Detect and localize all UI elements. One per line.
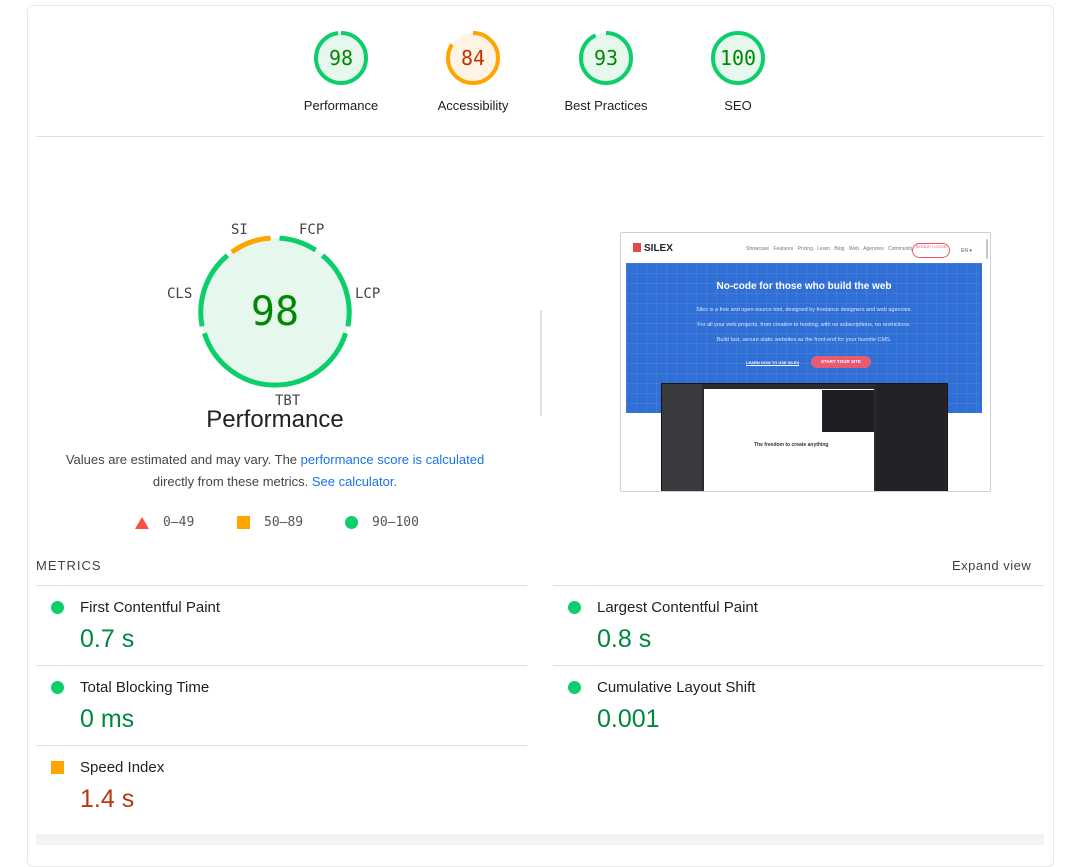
- gauge-seo[interactable]: 100 SEO: [678, 30, 798, 113]
- gauge-score: 93: [593, 46, 619, 70]
- legend-average: 50–89: [237, 514, 303, 530]
- metric-tbt[interactable]: Total Blocking Time 0 ms: [36, 665, 527, 746]
- metric-name: First Contentful Paint: [80, 599, 221, 616]
- thumb-learn-button: LEARN HOW TO USE SILEX: [746, 360, 800, 366]
- legend-pass: 90–100: [345, 514, 419, 530]
- final-screenshot[interactable]: SILEX Showcase Features Pricing Learn Bl…: [620, 232, 991, 492]
- gauge-label: Best Practices: [564, 98, 648, 113]
- gauge-performance[interactable]: 98 Performance: [281, 30, 401, 113]
- circle-icon: [345, 516, 358, 530]
- axis-label-fcp: FCP: [299, 222, 325, 238]
- legend-range: 50–89: [264, 515, 304, 530]
- gauge-score: 84: [460, 46, 486, 70]
- axis-label-cls: CLS: [167, 286, 193, 302]
- thumb-hero-title: No-code for those who build the web: [716, 281, 892, 292]
- metric-value: 0 ms: [80, 705, 135, 733]
- gauge-score: 98: [328, 46, 354, 70]
- gauge-label: SEO: [724, 98, 752, 113]
- logo-icon: [633, 243, 641, 252]
- pass-circle-icon: [568, 681, 581, 694]
- thumb-logo-text: SILEX: [644, 243, 673, 254]
- gauge-accessibility[interactable]: 84 Accessibility: [413, 30, 533, 113]
- gauge-ring: 93: [578, 30, 634, 86]
- pass-circle-icon: [568, 601, 581, 614]
- note-text: Values are estimated and may vary. The: [65, 452, 301, 467]
- legend-range: 90–100: [372, 515, 419, 530]
- note-text: directly from these metrics.: [152, 474, 312, 489]
- section-divider: [36, 136, 1044, 137]
- thumb-lang: EN ▾: [961, 248, 972, 254]
- thumb-navbar: SILEX Showcase Features Pricing Learn Bl…: [621, 233, 990, 263]
- gauge-label: Performance: [303, 98, 379, 113]
- metric-name: Cumulative Layout Shift: [597, 679, 756, 696]
- thumb-editor: The freedom to create anything: [661, 383, 948, 491]
- see-calculator-link[interactable]: See calculator.: [312, 474, 397, 489]
- thumb-hero-line: For all your web projects, from creation…: [697, 322, 911, 328]
- legend-fail: 0–49: [135, 514, 194, 530]
- score-note: Values are estimated and may vary. The p…: [50, 449, 500, 493]
- thumb-start-button: START YOUR SITE: [811, 356, 871, 368]
- axis-label-lcp: LCP: [355, 286, 381, 302]
- legend-range: 0–49: [163, 515, 195, 530]
- thumb-logo: SILEX: [633, 243, 673, 254]
- thumb-hero-line: Silex is a free and open-source tool, de…: [696, 307, 912, 313]
- thumb-signup: SIGNUP / LOGIN: [912, 243, 950, 258]
- pass-circle-icon: [51, 601, 64, 614]
- thumb-editor-properties: [876, 384, 946, 491]
- average-square-icon: [51, 761, 64, 774]
- gauge-ring: 98: [313, 30, 369, 86]
- thumb-scrollbar: [986, 239, 988, 259]
- vertical-divider: [540, 310, 542, 416]
- metric-value: 0.7 s: [80, 625, 135, 653]
- thumb-editor-sidebar: [662, 384, 702, 491]
- audit-footer-bar: [36, 834, 1044, 845]
- metric-fcp[interactable]: First Contentful Paint 0.7 s: [36, 585, 527, 666]
- metric-value: 0.001: [597, 705, 660, 733]
- pass-circle-icon: [51, 681, 64, 694]
- metric-si[interactable]: Speed Index 1.4 s: [36, 745, 527, 826]
- gauge-ring: 100: [710, 30, 766, 86]
- expand-view-toggle[interactable]: Expand view: [952, 558, 1031, 573]
- gauge-score: 100: [719, 46, 757, 70]
- square-icon: [237, 516, 250, 530]
- gauge-ring: 84: [445, 30, 501, 86]
- axis-label-si: SI: [231, 222, 248, 238]
- metric-name: Largest Contentful Paint: [597, 599, 758, 616]
- gauge-label: Accessibility: [437, 98, 509, 113]
- thumb-editor-panel: [822, 390, 874, 432]
- metrics-heading: METRICS: [36, 558, 102, 573]
- triangle-icon: [135, 516, 149, 529]
- gauge-best-practices[interactable]: 93 Best Practices: [546, 30, 666, 113]
- metric-name: Speed Index: [80, 759, 165, 776]
- thumb-nav-links: Showcase Features Pricing Learn Blog Web…: [746, 246, 914, 252]
- metric-name: Total Blocking Time: [80, 679, 210, 696]
- performance-title: Performance: [206, 406, 344, 433]
- metric-value: 0.8 s: [597, 625, 652, 653]
- metric-value: 1.4 s: [80, 785, 135, 813]
- performance-score: 98: [250, 289, 300, 335]
- thumb-hero-line: Build fast, secure static websites as th…: [716, 337, 892, 343]
- metric-cls[interactable]: Cumulative Layout Shift 0.001: [553, 665, 1044, 746]
- score-calculated-link[interactable]: performance score is calculated: [301, 452, 485, 467]
- metric-lcp[interactable]: Largest Contentful Paint 0.8 s: [553, 585, 1044, 666]
- thumb-canvas-text: The freedom to create anything: [754, 442, 829, 448]
